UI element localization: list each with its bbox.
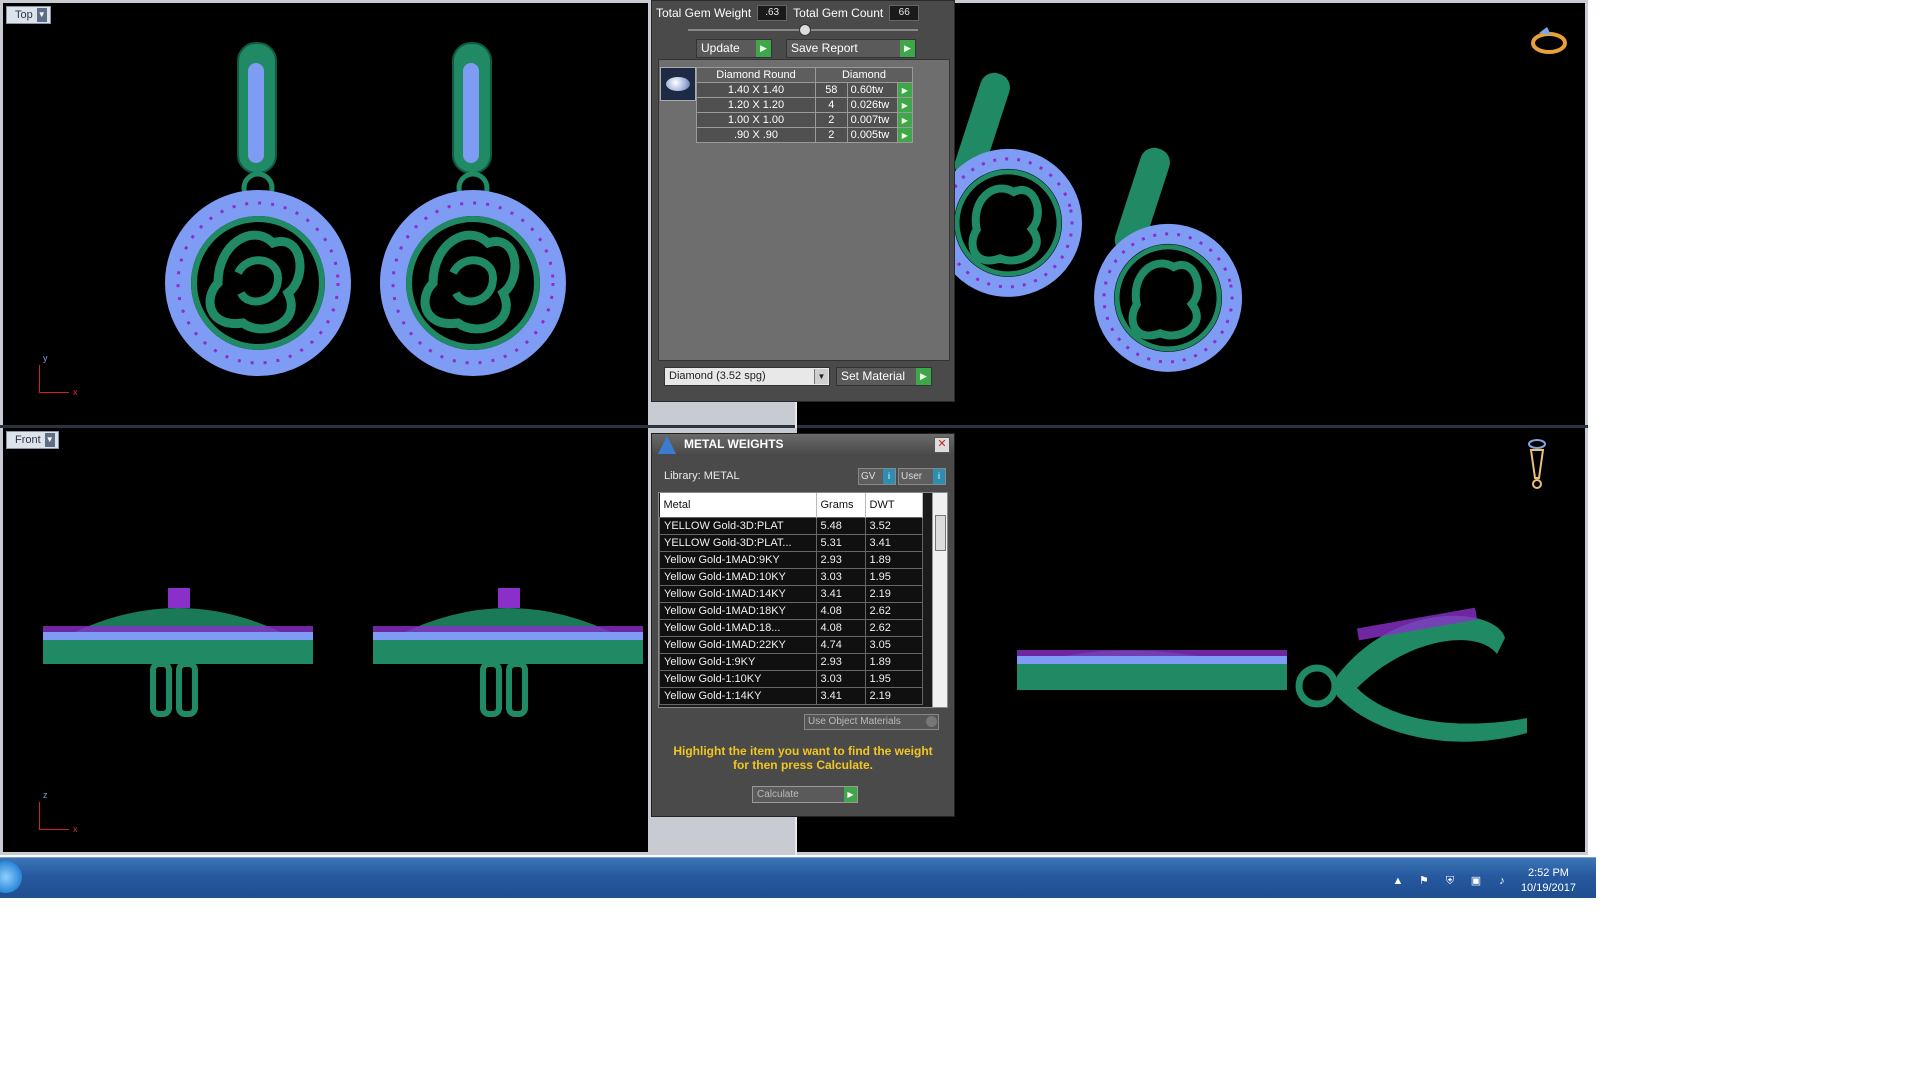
total-gem-count-value: 66 xyxy=(889,5,920,21)
metal-weights-window: METAL WEIGHTS ✕ Library: METAL GV i User i… xyxy=(651,433,955,817)
table-row[interactable]: YELLOW Gold-3D:PLAT 5.48 3.52 xyxy=(659,517,923,535)
slider-knob[interactable] xyxy=(799,24,811,36)
start-button[interactable] xyxy=(0,861,22,893)
ring-view-icon[interactable] xyxy=(1529,23,1569,57)
network-icon[interactable]: ▣ xyxy=(1469,874,1483,888)
gem-report-panel: Total Gem Weight .63 Total Gem Count 66 … xyxy=(651,0,955,402)
clock[interactable]: 2:52 PM 10/19/2017 xyxy=(1521,866,1576,896)
table-row[interactable]: Yellow Gold-1MAD:22KY 4.74 3.05 xyxy=(659,636,923,654)
set-material-button[interactable]: Set Material ▶ xyxy=(836,367,932,386)
play-arrow-icon: ▶ xyxy=(916,368,931,385)
metal-weights-icon xyxy=(658,436,676,454)
calculate-button[interactable]: Calculate ▶ xyxy=(752,786,858,803)
info-icon: i xyxy=(933,469,945,484)
grams-header[interactable]: Grams xyxy=(816,493,866,518)
viewport-top[interactable]: Top ▼ y x xyxy=(3,3,648,425)
close-icon[interactable]: ✕ xyxy=(934,437,950,453)
update-button[interactable]: Update ▶ xyxy=(696,39,772,58)
table-row[interactable]: 1.20 X 1.20 4 0.026tw ▶ xyxy=(696,97,914,113)
earring-front-view xyxy=(43,588,643,717)
viewport-front[interactable]: Front ▼ z x xyxy=(3,428,648,852)
save-report-button[interactable]: Save Report ▶ xyxy=(786,39,916,58)
calculate-hint: Highlight the item you want to find the … xyxy=(673,744,933,772)
viewport-separator-vertical[interactable] xyxy=(795,815,797,855)
action-center-flag-icon[interactable]: ⚑ xyxy=(1417,874,1431,888)
toggle-circle-icon xyxy=(926,716,937,727)
system-tray: ▲ ⚑ ⛨ ▣ ♪ 2:52 PM 10/19/2017 xyxy=(1391,866,1576,896)
metal-table[interactable]: Metal Grams DWT YELLOW Gold-3D:PLAT 5.48 3… xyxy=(658,492,948,708)
table-row[interactable]: 1.40 X 1.40 58 0.60tw ▶ xyxy=(696,82,914,98)
gem-totals: Total Gem Weight .63 Total Gem Count 66 xyxy=(656,3,948,23)
row-go-button[interactable]: ▶ xyxy=(896,112,914,128)
earring-top-view xyxy=(165,42,566,376)
metal-header[interactable]: Metal xyxy=(659,493,817,518)
table-row[interactable]: Yellow Gold-1MAD:18... 4.08 2.62 xyxy=(659,619,923,637)
table-row[interactable]: Yellow Gold-1MAD:18KY 4.08 2.62 xyxy=(659,602,923,620)
taskbar: ▲ ⚑ ⛨ ▣ ♪ 2:52 PM 10/19/2017 xyxy=(0,857,1596,898)
scrollbar[interactable] xyxy=(932,493,947,707)
play-arrow-icon: ▶ xyxy=(900,40,915,57)
table-row[interactable]: Yellow Gold-1:10KY 3.03 1.95 xyxy=(659,670,923,688)
user-toggle[interactable]: User i xyxy=(898,468,946,485)
security-shield-icon[interactable]: ⛨ xyxy=(1443,874,1457,888)
table-row[interactable]: 1.00 X 1.00 2 0.007tw ▶ xyxy=(696,112,914,128)
table-row[interactable]: Yellow Gold-1:9KY 2.93 1.89 xyxy=(659,653,923,671)
table-row[interactable]: Yellow Gold-1MAD:10KY 3.03 1.95 xyxy=(659,568,923,586)
use-object-materials-toggle[interactable]: Use Object Materials xyxy=(804,714,939,730)
gem-size-slider[interactable] xyxy=(688,24,918,36)
row-go-button[interactable]: ▶ xyxy=(896,127,914,143)
viewport-separator-horizontal[interactable] xyxy=(0,425,1588,428)
metal-weights-titlebar[interactable]: METAL WEIGHTS ✕ xyxy=(652,434,954,456)
total-gem-weight-value: .63 xyxy=(757,5,788,21)
scrollbar-thumb[interactable] xyxy=(935,515,946,551)
gem-header-material: Diamond xyxy=(815,67,913,83)
table-row[interactable]: Yellow Gold-1MAD:14KY 3.41 2.19 xyxy=(659,585,923,603)
chevron-down-icon[interactable]: ▼ xyxy=(814,369,828,384)
play-arrow-icon: ▶ xyxy=(756,40,771,57)
axis-gizmo-front: z x xyxy=(39,790,79,834)
row-go-button[interactable]: ▶ xyxy=(896,97,914,113)
earring-view-icon[interactable] xyxy=(1525,438,1549,492)
library-label: Library: METAL xyxy=(664,470,740,482)
info-icon: i xyxy=(883,469,895,484)
axis-gizmo-top: y x xyxy=(39,353,79,397)
table-row[interactable]: Yellow Gold-1MAD:9KY 2.93 1.89 xyxy=(659,551,923,569)
viewport-separator-vertical[interactable] xyxy=(795,400,797,428)
table-row[interactable]: .90 X .90 2 0.005tw ▶ xyxy=(696,127,914,143)
table-row[interactable]: YELLOW Gold-3D:PLAT... 5.31 3.41 xyxy=(659,534,923,552)
show-hidden-icons-icon[interactable]: ▲ xyxy=(1391,874,1405,888)
row-go-button[interactable]: ▶ xyxy=(896,82,914,98)
gv-toggle[interactable]: GV i xyxy=(858,468,896,485)
table-row[interactable]: Yellow Gold-1:14KY 3.41 2.19 xyxy=(659,687,923,705)
diamond-round-icon[interactable] xyxy=(660,67,696,101)
dwt-header[interactable]: DWT xyxy=(865,493,923,518)
gem-header-shape: Diamond Round xyxy=(696,67,816,83)
material-select[interactable]: Diamond (3.52 spg) ▼ xyxy=(664,367,830,386)
play-arrow-icon: ▶ xyxy=(844,787,857,802)
gem-table: Diamond Round Diamond 1.40 X 1.40 58 0.6… xyxy=(696,67,914,143)
volume-icon[interactable]: ♪ xyxy=(1495,874,1509,888)
